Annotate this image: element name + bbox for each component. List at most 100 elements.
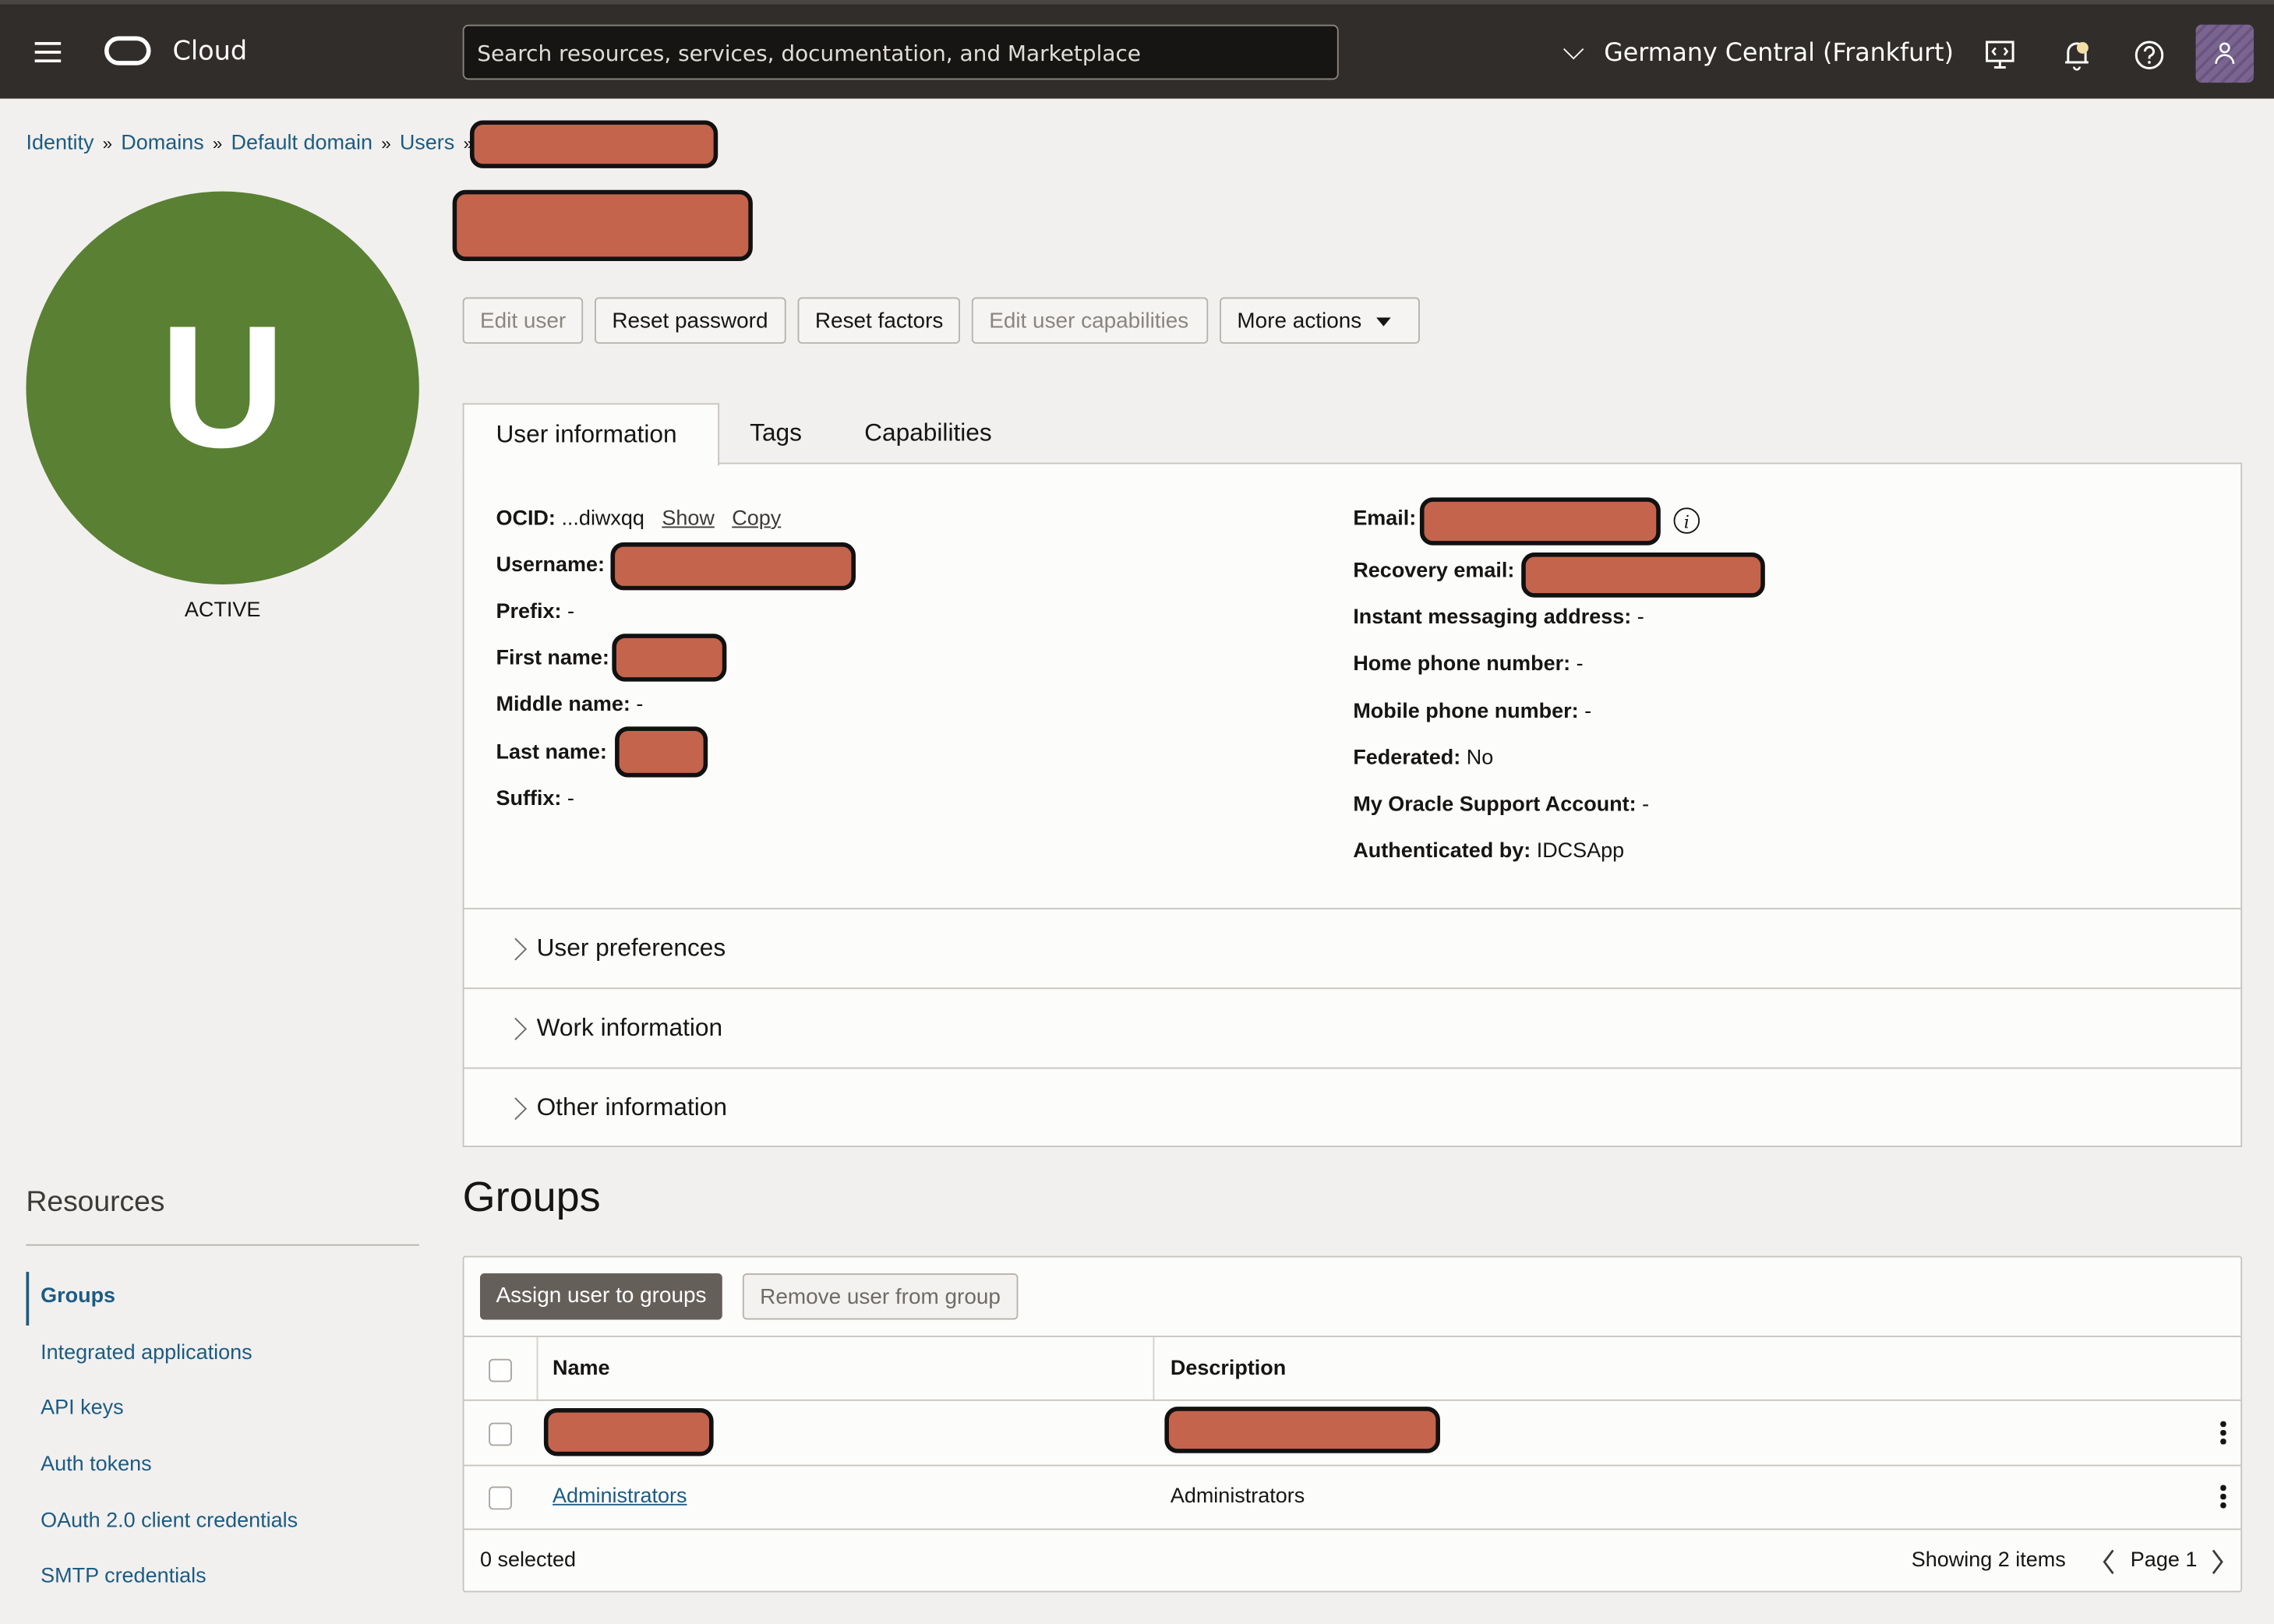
recovery-email-label: Recovery email: [1353, 560, 1515, 584]
profile-avatar[interactable] [2195, 24, 2254, 83]
home-phone-field: Home phone number: - [1353, 652, 1583, 676]
more-actions-label: More actions [1237, 309, 1362, 334]
resource-item-groups[interactable]: Groups [41, 1285, 115, 1308]
first-name-field: First name: [496, 647, 609, 670]
oracle-logo-icon[interactable] [104, 36, 151, 65]
groups-heading: Groups [462, 1174, 601, 1221]
breadcrumb-default-domain[interactable]: Default domain [231, 132, 373, 155]
row-checkbox[interactable] [489, 1486, 512, 1510]
im-field: Instant messaging address: - [1353, 606, 1644, 630]
mobile-phone-label: Mobile phone number: [1353, 700, 1579, 724]
select-all-checkbox[interactable] [489, 1358, 512, 1382]
reset-password-button[interactable]: Reset password [595, 297, 786, 344]
breadcrumb-identity[interactable]: Identity [26, 132, 94, 155]
breadcrumb-separator: » [212, 133, 223, 154]
home-phone-label: Home phone number: [1353, 652, 1571, 676]
tab-user-information[interactable]: User information [462, 403, 720, 466]
edit-user-capabilities-button[interactable]: Edit user capabilities [971, 297, 1209, 344]
ocid-label: OCID: [496, 507, 556, 531]
next-page-icon[interactable] [2209, 1548, 2226, 1576]
resource-item-smtp-credentials[interactable]: SMTP credentials [41, 1565, 206, 1588]
column-header-name[interactable]: Name [553, 1357, 610, 1381]
group-name-link[interactable]: Administrators [553, 1485, 687, 1509]
mos-value: - [1642, 793, 1650, 817]
region-selector[interactable]: Germany Central (Frankfurt) [1563, 39, 1954, 69]
email-field: Email: [1353, 507, 1416, 531]
chevron-right-icon [504, 1097, 528, 1121]
accordion-label: User preferences [536, 934, 726, 962]
accordion-other-information[interactable]: Other information [464, 1067, 2241, 1147]
copy-ocid-link[interactable]: Copy [732, 507, 781, 531]
page: Cloud Search resources, services, docume… [0, 0, 2274, 1624]
row-actions-icon[interactable] [2220, 1421, 2226, 1447]
tab-capabilities[interactable]: Capabilities [864, 403, 992, 464]
group-description: Administrators [1170, 1485, 1305, 1509]
divider [26, 1244, 419, 1246]
authenticated-by-field: Authenticated by: IDCSApp [1353, 840, 1624, 863]
redacted-breadcrumb-user [469, 120, 719, 168]
auth-label: Authenticated by: [1353, 839, 1531, 863]
bell-icon[interactable] [2060, 39, 2092, 71]
chevron-down-icon [1563, 39, 1584, 60]
redacted-last-name [615, 726, 708, 778]
suffix-value: - [567, 787, 574, 811]
federated-field: Federated: No [1353, 747, 1493, 770]
resource-item-integrated-applications[interactable]: Integrated applications [41, 1341, 252, 1365]
reset-factors-button[interactable]: Reset factors [797, 297, 960, 344]
column-divider [1153, 1336, 1155, 1401]
column-divider [536, 1336, 538, 1401]
groups-table-panel: Assign user to groups Remove user from g… [462, 1255, 2243, 1593]
ocid-value: ...diwxqq [561, 507, 644, 531]
resource-item-api-keys[interactable]: API keys [41, 1396, 123, 1420]
mos-account-field: My Oracle Support Account: - [1353, 793, 1649, 817]
status-label: ACTIVE [184, 598, 261, 623]
cloud-shell-icon[interactable] [1984, 39, 2016, 71]
prefix-field: Prefix: - [496, 600, 574, 623]
chevron-right-icon [504, 1017, 528, 1040]
redacted-first-name [612, 634, 727, 682]
info-icon[interactable]: i [1673, 507, 1700, 534]
divider [464, 1464, 2241, 1467]
im-value: - [1637, 605, 1644, 630]
column-header-description[interactable]: Description [1171, 1357, 1286, 1381]
federated-label: Federated: [1353, 747, 1461, 771]
show-ocid-link[interactable]: Show [662, 507, 715, 531]
previous-page-icon[interactable] [2100, 1548, 2117, 1576]
row-checkbox[interactable] [489, 1422, 512, 1446]
divider [464, 1335, 2241, 1337]
auth-value: IDCSApp [1536, 839, 1625, 863]
search-input[interactable]: Search resources, services, documentatio… [462, 24, 1339, 80]
last-name-field: Last name: [496, 741, 606, 764]
remove-user-from-group-button[interactable]: Remove user from group [742, 1273, 1019, 1320]
accordion-user-preferences[interactable]: User preferences [464, 907, 2241, 987]
redacted-group-description [1164, 1407, 1440, 1453]
chevron-right-icon [504, 937, 528, 961]
brand-name[interactable]: Cloud [172, 37, 247, 67]
redacted-email [1419, 497, 1661, 545]
more-actions-button[interactable]: More actions [1220, 297, 1420, 344]
profile-icon [2215, 42, 2235, 65]
breadcrumb-domains[interactable]: Domains [121, 132, 203, 155]
email-label: Email: [1353, 507, 1417, 531]
assign-user-to-groups-button[interactable]: Assign user to groups [479, 1273, 722, 1320]
suffix-field: Suffix: - [496, 788, 574, 811]
user-avatar: U [26, 191, 419, 584]
resource-item-auth-tokens[interactable]: Auth tokens [41, 1453, 152, 1477]
page-indicator: Page 1 [2130, 1548, 2198, 1573]
breadcrumb-separator: » [102, 133, 113, 154]
accordion-label: Work information [536, 1013, 723, 1042]
resources-heading: Resources [26, 1186, 165, 1219]
edit-user-button[interactable]: Edit user [462, 297, 584, 344]
breadcrumb-users[interactable]: Users [400, 132, 454, 155]
row-actions-icon[interactable] [2220, 1485, 2226, 1511]
accordion-work-information[interactable]: Work information [464, 987, 2241, 1067]
user-information-panel: OCID: ...diwxqq Show Copy Username: Pref… [462, 462, 2243, 1148]
region-name: Germany Central (Frankfurt) [1604, 39, 1954, 69]
mobile-phone-field: Mobile phone number: - [1353, 701, 1591, 724]
resource-item-oauth-credentials[interactable]: OAuth 2.0 client credentials [41, 1509, 298, 1533]
prefix-value: - [567, 600, 574, 624]
help-icon[interactable] [2134, 39, 2166, 71]
breadcrumb-separator: » [381, 133, 391, 154]
menu-icon[interactable] [34, 41, 62, 63]
tab-tags[interactable]: Tags [750, 403, 802, 464]
